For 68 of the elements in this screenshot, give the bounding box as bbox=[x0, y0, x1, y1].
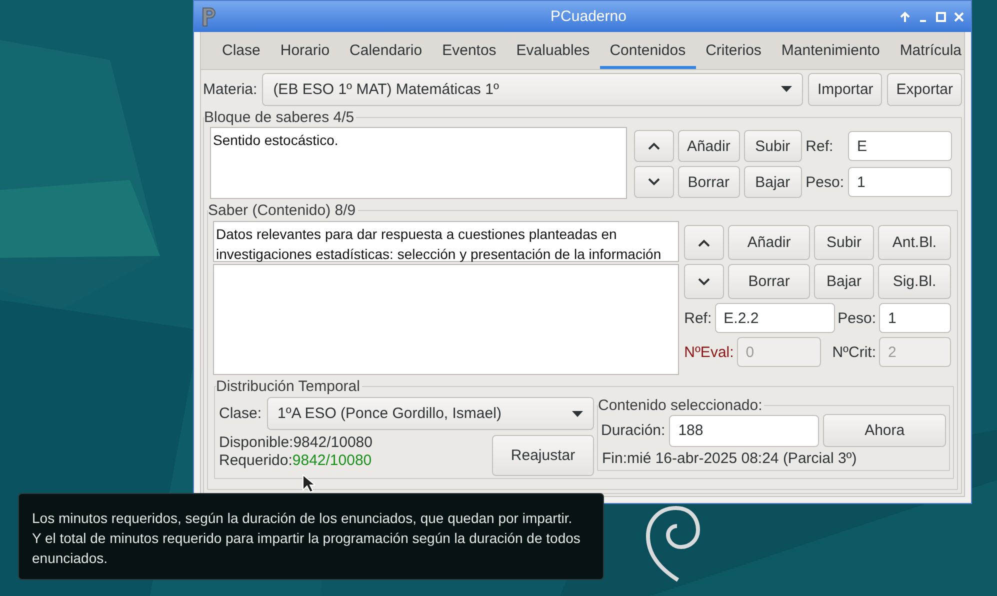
app-icon bbox=[200, 6, 218, 28]
button[interactable]: Ant.Bl. bbox=[878, 225, 951, 260]
button[interactable]: Subir bbox=[814, 225, 874, 260]
count-label: Requerido: bbox=[219, 452, 292, 469]
field-label: NºCrit: bbox=[832, 344, 876, 360]
field-label: Ref: bbox=[806, 138, 834, 154]
count-value: 9842/10080 bbox=[293, 434, 372, 451]
caret-icon bbox=[572, 410, 583, 416]
field-label: Duración: bbox=[601, 422, 666, 439]
input-field[interactable]: E bbox=[848, 131, 952, 161]
button[interactable]: Ahora bbox=[823, 414, 946, 447]
move-up-button[interactable] bbox=[684, 225, 724, 260]
button[interactable]: Reajustar bbox=[492, 435, 594, 476]
close-icon[interactable] bbox=[953, 10, 965, 22]
field-label: Peso: bbox=[806, 174, 844, 190]
button[interactable]: Borrar bbox=[678, 166, 740, 198]
tab[interactable]: Calendario bbox=[340, 32, 432, 69]
count-label: Disponible: bbox=[219, 434, 294, 451]
chevron-up-icon bbox=[698, 238, 710, 246]
arrow-up-icon[interactable] bbox=[899, 10, 911, 22]
tooltip-text: Y el total de minutos requerido para impartir la programación según la duración de todos enunciados. bbox=[32, 529, 582, 568]
dropdown[interactable]: 1ºA ESO (Ponce Gordillo, Ismael) bbox=[266, 397, 594, 430]
chevron-down-icon bbox=[648, 178, 660, 186]
tab[interactable]: Mantenimiento bbox=[771, 32, 890, 69]
input-field[interactable]: 1 bbox=[848, 167, 952, 197]
move-down-button[interactable] bbox=[634, 166, 674, 198]
group-title: Contenido seleccionado: bbox=[598, 397, 764, 414]
tab[interactable]: Eventos bbox=[432, 32, 506, 69]
caret-icon bbox=[781, 86, 792, 92]
window-title: PCuaderno bbox=[550, 8, 628, 25]
count-value: 9842/10080 bbox=[292, 452, 372, 469]
tooltip-text: Los minutos requeridos, según la duración de los enunciados, que quedan por impartir. bbox=[32, 509, 574, 528]
button[interactable]: Añadir bbox=[728, 225, 810, 260]
field-label: Clase: bbox=[219, 405, 262, 422]
saber-title-field[interactable]: Datos relevantes para dar respuesta a cuestiones planteadas en investigaciones estadísticas: selección y presentación de la información bbox=[213, 221, 680, 262]
end-date-text: Fin:mié 16-abr-2025 08:24 (Parcial 3º) bbox=[601, 450, 858, 467]
tab[interactable]: Evaluables bbox=[506, 32, 600, 69]
input-field[interactable]: 188 bbox=[669, 414, 820, 446]
tab[interactable]: Clase bbox=[212, 32, 270, 69]
field-label: Peso: bbox=[838, 310, 876, 326]
input-field[interactable]: 1 bbox=[879, 303, 951, 333]
maximize-icon[interactable] bbox=[935, 10, 947, 22]
chevron-down-icon bbox=[698, 278, 710, 286]
button[interactable]: Bajar bbox=[744, 166, 802, 198]
dropdown[interactable]: (EB ESO 1º MAT) Matemáticas 1º bbox=[262, 72, 804, 106]
cursor-icon bbox=[302, 474, 315, 493]
button[interactable]: Añadir bbox=[678, 130, 740, 162]
chevron-up-icon bbox=[648, 142, 660, 150]
tab[interactable]: Horario bbox=[270, 32, 340, 69]
group-title: Distribución Temporal bbox=[216, 378, 361, 395]
move-up-button[interactable] bbox=[634, 130, 674, 162]
group-title: Bloque de saberes 4/5 bbox=[204, 109, 356, 126]
input-field[interactable]: E.2.2 bbox=[714, 303, 835, 333]
move-down-button[interactable] bbox=[684, 264, 724, 299]
button[interactable]: Borrar bbox=[728, 264, 810, 299]
group-title: Saber (Contenido) 8/9 bbox=[208, 202, 357, 219]
button[interactable]: Sig.Bl. bbox=[878, 264, 951, 299]
field-label: Ref: bbox=[684, 310, 712, 326]
tab[interactable]: Criterios bbox=[696, 32, 772, 69]
button[interactable]: Exportar bbox=[887, 72, 962, 106]
tab[interactable]: Matrícula bbox=[890, 32, 972, 69]
text-area[interactable]: Sentido estocástico. bbox=[210, 127, 627, 199]
field-label: NºEval: bbox=[684, 344, 734, 360]
button[interactable]: Subir bbox=[744, 130, 802, 162]
button[interactable]: Bajar bbox=[814, 264, 874, 299]
field-label: Materia: bbox=[203, 80, 258, 98]
button[interactable]: Importar bbox=[808, 72, 882, 106]
text-area[interactable] bbox=[213, 264, 680, 375]
